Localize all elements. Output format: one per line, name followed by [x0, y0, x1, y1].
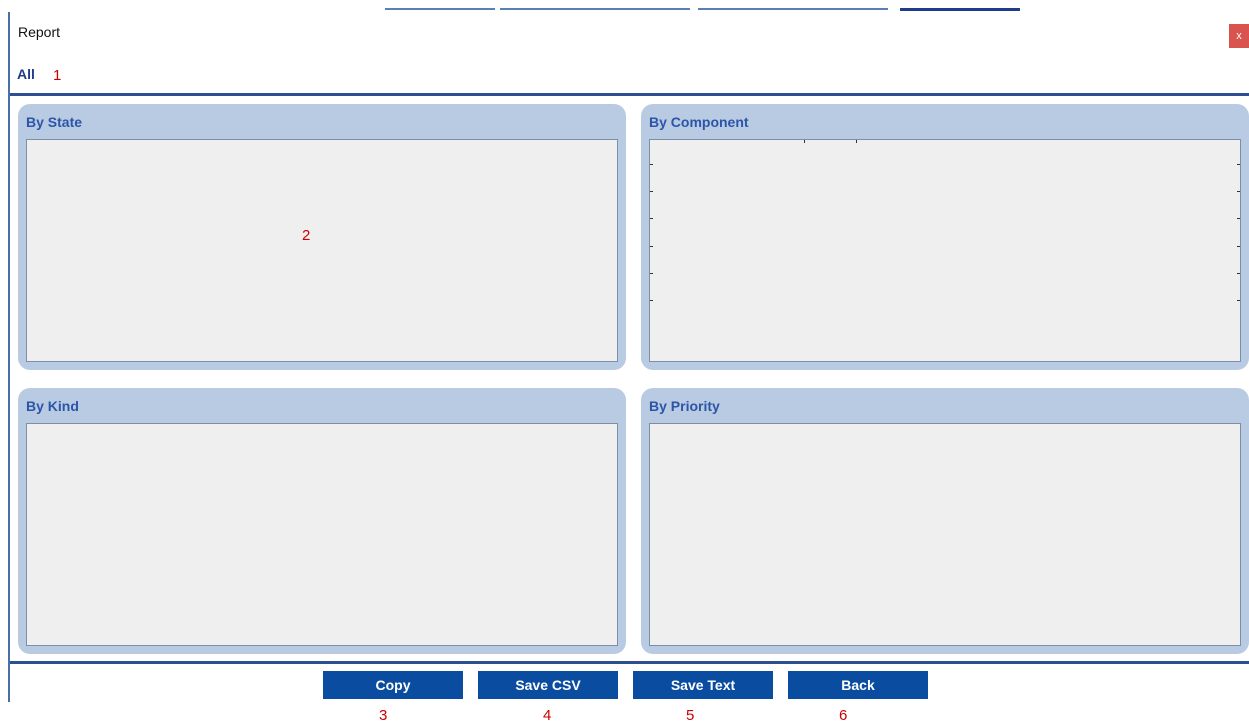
panel-by-priority: By Priority — [641, 388, 1249, 654]
axis-tick — [650, 273, 653, 274]
annotation-marker: 6 — [839, 707, 848, 724]
panel-content-area — [26, 423, 618, 646]
close-button[interactable]: x — [1229, 24, 1249, 48]
dialog-left-border — [8, 12, 10, 702]
tab-all[interactable]: All — [17, 66, 35, 82]
axis-tick — [650, 218, 653, 219]
axis-tick — [1237, 218, 1240, 219]
panel-content-area — [649, 423, 1241, 646]
axis-tick — [650, 246, 653, 247]
annotation-marker: 1 — [53, 67, 62, 84]
axis-tick — [1237, 273, 1240, 274]
axis-tick — [1237, 246, 1240, 247]
axis-tick — [856, 140, 857, 143]
annotation-marker: 2 — [302, 227, 311, 244]
panel-title: By Kind — [26, 398, 79, 414]
panel-content-area — [649, 139, 1241, 362]
background-tab-line — [698, 8, 888, 10]
header-divider — [10, 93, 1249, 96]
background-tab-line — [385, 8, 495, 10]
panel-title: By State — [26, 114, 83, 130]
back-button[interactable]: Back — [788, 671, 928, 699]
footer-divider — [10, 661, 1249, 664]
background-tab-line — [500, 8, 690, 10]
copy-button[interactable]: Copy — [323, 671, 463, 699]
panel-title: By Priority — [649, 398, 720, 414]
axis-tick — [804, 140, 805, 143]
panel-by-component: By Component — [641, 104, 1249, 370]
annotation-marker: 5 — [686, 707, 695, 724]
dialog-title: Report — [18, 24, 61, 40]
annotation-marker: 4 — [543, 707, 552, 724]
panel-title: By Component — [649, 114, 749, 130]
panel-by-kind: By Kind — [18, 388, 626, 654]
panel-content-area — [26, 139, 618, 362]
background-tab-line-active — [900, 8, 1020, 11]
axis-tick — [1237, 300, 1240, 301]
axis-tick — [650, 191, 653, 192]
axis-tick — [650, 164, 653, 165]
annotation-marker: 3 — [379, 707, 388, 724]
panel-by-state: By State — [18, 104, 626, 370]
axis-tick — [1237, 164, 1240, 165]
save-text-button[interactable]: Save Text — [633, 671, 773, 699]
axis-tick — [650, 300, 653, 301]
background-window-strip — [0, 0, 1249, 12]
axis-tick — [1237, 191, 1240, 192]
save-csv-button[interactable]: Save CSV — [478, 671, 618, 699]
